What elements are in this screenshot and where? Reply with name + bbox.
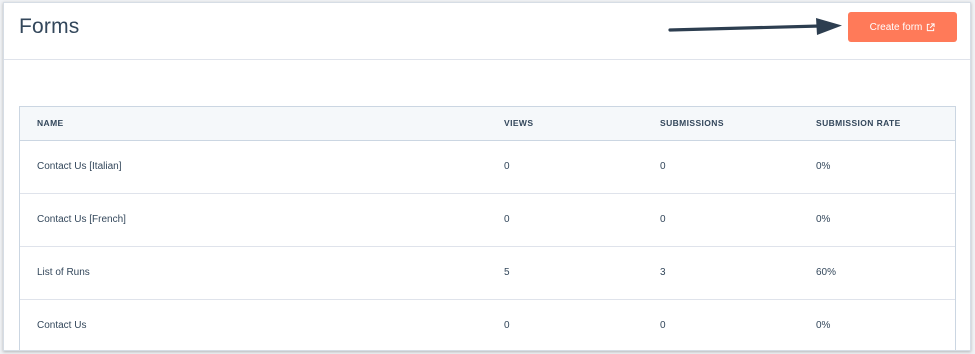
create-form-label: Create form <box>869 21 923 33</box>
column-header-submissions[interactable]: SUBMISSIONS <box>643 107 799 141</box>
forms-table: NAME VIEWS SUBMISSIONS SUBMISSION RATE C… <box>19 106 956 350</box>
table-row[interactable]: Contact Us 0 0 0% <box>20 299 955 350</box>
form-submissions: 3 <box>660 267 666 278</box>
arrow-annotation-icon <box>668 18 842 35</box>
form-name[interactable]: Contact Us [French] <box>20 193 487 246</box>
form-views: 5 <box>504 267 510 278</box>
form-views: 0 <box>504 320 510 331</box>
form-name[interactable]: List of Runs <box>20 246 487 299</box>
page-title: Forms <box>19 15 80 38</box>
form-submission-rate: 0% <box>816 161 831 172</box>
form-views: 0 <box>504 214 510 225</box>
form-views: 0 <box>504 161 510 172</box>
page-header: Forms Create form <box>4 3 970 60</box>
table-header-row: NAME VIEWS SUBMISSIONS SUBMISSION RATE <box>20 107 955 141</box>
form-submissions: 0 <box>660 320 666 331</box>
table-row[interactable]: List of Runs 5 3 60% <box>20 246 955 299</box>
table-row[interactable]: Contact Us [French] 0 0 0% <box>20 193 955 246</box>
column-header-submission-rate[interactable]: SUBMISSION RATE <box>799 107 955 141</box>
forms-page: Forms Create form NAME VIEWS SUBMISSIONS <box>3 2 971 351</box>
column-header-name[interactable]: NAME <box>20 107 487 141</box>
form-submission-rate: 0% <box>816 214 831 225</box>
create-form-button[interactable]: Create form <box>848 12 957 42</box>
column-header-views[interactable]: VIEWS <box>487 107 643 141</box>
table-row[interactable]: Contact Us [Italian] 0 0 0% <box>20 140 955 193</box>
form-submissions: 0 <box>660 161 666 172</box>
form-submissions: 0 <box>660 214 666 225</box>
form-name[interactable]: Contact Us [Italian] <box>20 140 487 193</box>
external-link-icon <box>927 22 935 31</box>
form-submission-rate: 0% <box>816 320 831 331</box>
form-submission-rate: 60% <box>816 267 837 278</box>
form-name[interactable]: Contact Us <box>20 299 487 350</box>
